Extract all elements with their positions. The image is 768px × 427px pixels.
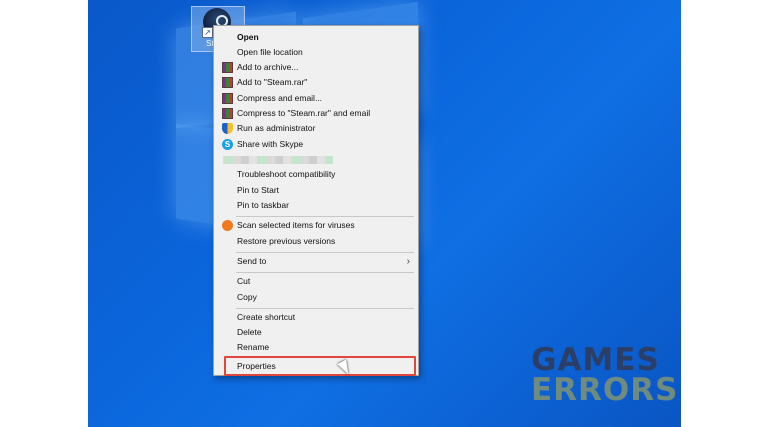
menu-item-compress-and-email[interactable]: Compress and email... bbox=[214, 91, 418, 106]
menu-item-troubleshoot-compatibility[interactable]: Troubleshoot compatibility bbox=[214, 167, 418, 182]
menu-item-pin-to-start[interactable]: Pin to Start bbox=[214, 183, 418, 198]
watermark-logo: GAMES ERRORS bbox=[531, 342, 679, 408]
menu-item-delete[interactable]: Delete bbox=[214, 325, 418, 340]
menu-item-label: Compress and email... bbox=[237, 93, 323, 103]
menu-item-rename[interactable]: Rename bbox=[214, 340, 418, 355]
winrar-icon bbox=[222, 108, 233, 119]
menu-separator bbox=[236, 216, 414, 217]
menu-item-share-with-skype[interactable]: S Share with Skype bbox=[214, 137, 418, 152]
menu-separator bbox=[236, 252, 414, 253]
winrar-icon bbox=[222, 93, 233, 104]
shortcut-arrow-icon: ↗ bbox=[202, 27, 213, 38]
menu-item-label: Create shortcut bbox=[237, 312, 296, 322]
menu-item-label: Send to bbox=[237, 256, 267, 266]
watermark-line1: GAMES bbox=[531, 342, 660, 378]
menu-item-label: Add to archive... bbox=[237, 62, 299, 72]
menu-item-label: Open file location bbox=[237, 47, 303, 57]
menu-item-label: Troubleshoot compatibility bbox=[237, 169, 336, 179]
menu-item-restore-previous-versions[interactable]: Restore previous versions bbox=[214, 234, 418, 249]
menu-item-label: Run as administrator bbox=[237, 123, 316, 133]
context-menu: Open Open file location Add to archive..… bbox=[213, 25, 419, 376]
menu-item-send-to[interactable]: Send to › bbox=[214, 254, 418, 269]
menu-item-label: Pin to Start bbox=[237, 185, 280, 195]
menu-item-cut[interactable]: Cut bbox=[214, 274, 418, 289]
menu-item-label: Compress to "Steam.rar" and email bbox=[237, 108, 371, 118]
menu-item-label: Cut bbox=[237, 276, 251, 286]
menu-item-create-shortcut[interactable]: Create shortcut bbox=[214, 310, 418, 325]
menu-separator bbox=[236, 308, 414, 309]
menu-item-scan-for-viruses[interactable]: Scan selected items for viruses bbox=[214, 218, 418, 233]
skype-icon: S bbox=[222, 139, 233, 150]
menu-item-label: Share with Skype bbox=[237, 139, 304, 149]
menu-item-blurred[interactable] bbox=[214, 152, 418, 167]
menu-item-copy[interactable]: Copy bbox=[214, 290, 418, 305]
menu-item-open[interactable]: Open bbox=[214, 30, 418, 45]
menu-item-compress-to-steam-rar-and-email[interactable]: Compress to "Steam.rar" and email bbox=[214, 106, 418, 121]
winrar-icon bbox=[222, 77, 233, 88]
menu-item-label: Scan selected items for viruses bbox=[237, 220, 355, 230]
menu-item-pin-to-taskbar[interactable]: Pin to taskbar bbox=[214, 198, 418, 213]
menu-item-open-file-location[interactable]: Open file location bbox=[214, 45, 418, 60]
highlight-box bbox=[224, 356, 416, 376]
menu-item-add-to-steam-rar[interactable]: Add to "Steam.rar" bbox=[214, 75, 418, 90]
menu-item-label: Copy bbox=[237, 292, 257, 302]
menu-item-run-as-administrator[interactable]: Run as administrator bbox=[214, 121, 418, 136]
menu-item-label: Restore previous versions bbox=[237, 236, 336, 246]
menu-item-label: Rename bbox=[237, 342, 270, 352]
uac-shield-icon bbox=[222, 123, 233, 134]
blurred-item-icon bbox=[223, 156, 333, 164]
winrar-icon bbox=[222, 62, 233, 73]
avast-icon bbox=[222, 220, 233, 231]
menu-separator bbox=[236, 272, 414, 273]
menu-item-label: Pin to taskbar bbox=[237, 200, 289, 210]
menu-item-label: Open bbox=[237, 32, 259, 42]
menu-item-add-to-archive[interactable]: Add to archive... bbox=[214, 60, 418, 75]
menu-item-label: Delete bbox=[237, 327, 262, 337]
menu-item-label: Add to "Steam.rar" bbox=[237, 77, 308, 87]
watermark-line2: ERRORS bbox=[531, 372, 679, 408]
chevron-right-icon: › bbox=[406, 256, 410, 267]
